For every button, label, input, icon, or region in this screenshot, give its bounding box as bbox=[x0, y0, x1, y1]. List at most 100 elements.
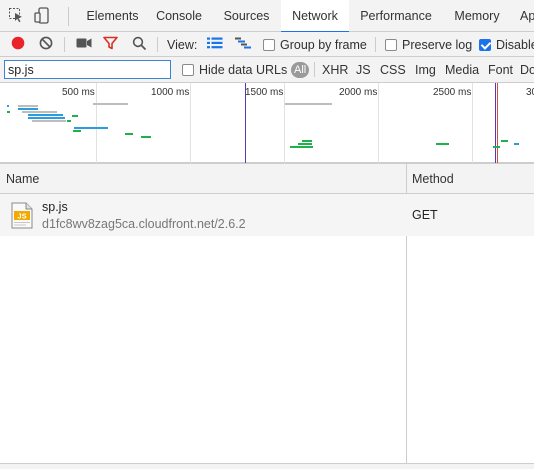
table-footer-edge bbox=[0, 463, 534, 469]
overview-toggle[interactable] bbox=[235, 32, 251, 57]
timeline-overview[interactable]: 500 ms 1000 ms 1500 ms 2000 ms 2500 ms 3… bbox=[0, 83, 534, 163]
filter-type-xhr[interactable]: XHR bbox=[322, 57, 348, 83]
preserve-log-box[interactable] bbox=[385, 38, 397, 51]
filter-type-doc[interactable]: Doc bbox=[520, 57, 534, 83]
request-bar bbox=[7, 111, 10, 113]
filter-type-font[interactable]: Font bbox=[488, 57, 513, 83]
view-label: View: bbox=[167, 37, 198, 52]
toolbar-separator bbox=[157, 37, 158, 52]
filter-type-all[interactable]: All bbox=[291, 62, 310, 78]
request-bar bbox=[436, 143, 449, 145]
request-bar bbox=[72, 115, 78, 117]
dom-content-loaded-marker bbox=[245, 83, 246, 163]
svg-text:JS: JS bbox=[17, 212, 26, 221]
tab-performance[interactable]: Performance bbox=[352, 0, 440, 32]
request-bar bbox=[32, 120, 66, 122]
request-bar bbox=[73, 130, 81, 132]
large-rows-toggle[interactable] bbox=[207, 32, 223, 57]
request-bar bbox=[493, 146, 500, 148]
request-bar bbox=[67, 120, 71, 122]
tab-elements[interactable]: Elements bbox=[77, 0, 148, 32]
column-header-method[interactable]: Method bbox=[406, 164, 454, 195]
js-file-icon: JS bbox=[11, 202, 33, 229]
tab-sources[interactable]: Sources bbox=[217, 0, 276, 32]
record-icon bbox=[11, 36, 25, 53]
overview-gridline bbox=[472, 83, 473, 163]
waterfall-view-icon bbox=[235, 37, 251, 52]
devtools-left-icons bbox=[8, 6, 50, 27]
filter-type-js[interactable]: JS bbox=[356, 57, 371, 83]
table-row[interactable]: JS sp.js d1fc8wv8zag5ca.cloudfront.net/2… bbox=[0, 194, 534, 236]
tab-separator bbox=[68, 7, 69, 26]
network-toolbar: View: Group by frame Preserve log Disabl… bbox=[0, 32, 534, 57]
overview-gridline bbox=[190, 83, 191, 163]
tab-application[interactable]: Ap bbox=[520, 0, 534, 32]
overview-tick-label: 2000 ms bbox=[339, 87, 378, 98]
tab-memory[interactable]: Memory bbox=[446, 0, 508, 32]
inspect-element-icon[interactable] bbox=[8, 7, 24, 26]
filter-icon bbox=[103, 36, 118, 53]
filter-button[interactable] bbox=[103, 32, 118, 57]
device-toolbar-icon[interactable] bbox=[34, 6, 50, 27]
clear-icon bbox=[39, 36, 53, 53]
hide-data-urls-checkbox[interactable]: Hide data URLs bbox=[182, 57, 287, 83]
preserve-log-checkbox[interactable]: Preserve log bbox=[385, 32, 472, 57]
request-bar bbox=[74, 127, 108, 129]
request-bar bbox=[302, 140, 312, 142]
request-bar bbox=[28, 117, 65, 119]
overview-tick-label: 1000 ms bbox=[151, 87, 190, 98]
request-method: GET bbox=[412, 208, 438, 222]
toolbar-separator bbox=[64, 37, 65, 52]
overview-tick-label: 500 ms bbox=[62, 87, 95, 98]
record-button[interactable] bbox=[11, 32, 25, 57]
request-bar bbox=[298, 143, 312, 145]
search-icon bbox=[132, 36, 147, 54]
load-event-marker bbox=[497, 83, 498, 163]
request-bar bbox=[514, 143, 519, 145]
request-bar bbox=[18, 108, 38, 110]
filter-type-img[interactable]: Img bbox=[415, 57, 436, 83]
request-bar bbox=[501, 140, 508, 142]
tab-console[interactable]: Console bbox=[148, 0, 210, 32]
request-bar bbox=[285, 103, 332, 105]
request-name: sp.js bbox=[42, 200, 68, 214]
overview-gridline bbox=[96, 83, 97, 163]
column-header-name[interactable]: Name bbox=[0, 164, 39, 195]
requests-table: Name Method JS sp.js d1fc8wv8zag5ca.clou… bbox=[0, 163, 534, 469]
search-button[interactable] bbox=[132, 32, 147, 57]
group-by-frame-label: Group by frame bbox=[280, 37, 367, 52]
overview-tick-label: 30 bbox=[526, 87, 534, 98]
disable-cache-box[interactable] bbox=[479, 38, 491, 51]
group-by-frame-box[interactable] bbox=[263, 38, 275, 51]
overview-gridline bbox=[284, 83, 285, 163]
tab-network[interactable]: Network bbox=[281, 0, 349, 33]
disable-cache-checkbox[interactable]: Disable bbox=[479, 32, 534, 57]
camera-icon bbox=[76, 37, 92, 52]
hide-data-urls-box[interactable] bbox=[182, 64, 194, 76]
request-bar bbox=[125, 133, 133, 135]
overview-tick-label: 2500 ms bbox=[433, 87, 472, 98]
toolbar-separator bbox=[375, 37, 376, 52]
clear-button[interactable] bbox=[39, 32, 53, 57]
hide-data-urls-label: Hide data URLs bbox=[199, 63, 288, 77]
devtools-tab-bar: Elements Console Sources Network Perform… bbox=[0, 0, 534, 33]
filter-type-media[interactable]: Media bbox=[445, 57, 479, 83]
filter-bar: Hide data URLs All XHR JS CSS Img Media … bbox=[0, 57, 534, 83]
list-view-icon bbox=[207, 37, 223, 52]
group-by-frame-checkbox[interactable]: Group by frame bbox=[263, 32, 367, 57]
request-bar bbox=[22, 111, 57, 113]
disable-cache-label: Disable bbox=[496, 37, 534, 52]
overview-gridline bbox=[378, 83, 379, 163]
filter-separator bbox=[314, 62, 315, 77]
request-bar bbox=[290, 146, 313, 148]
request-bar bbox=[141, 136, 151, 138]
filter-type-css[interactable]: CSS bbox=[380, 57, 406, 83]
request-path: d1fc8wv8zag5ca.cloudfront.net/2.6.2 bbox=[42, 217, 246, 231]
filter-input[interactable] bbox=[4, 60, 171, 79]
overview-tick-label: 1500 ms bbox=[245, 87, 284, 98]
screenshot-button[interactable] bbox=[76, 32, 92, 57]
load-marker bbox=[495, 83, 496, 163]
request-bar bbox=[18, 105, 38, 107]
request-bar bbox=[28, 114, 63, 116]
table-header: Name Method bbox=[0, 163, 534, 194]
